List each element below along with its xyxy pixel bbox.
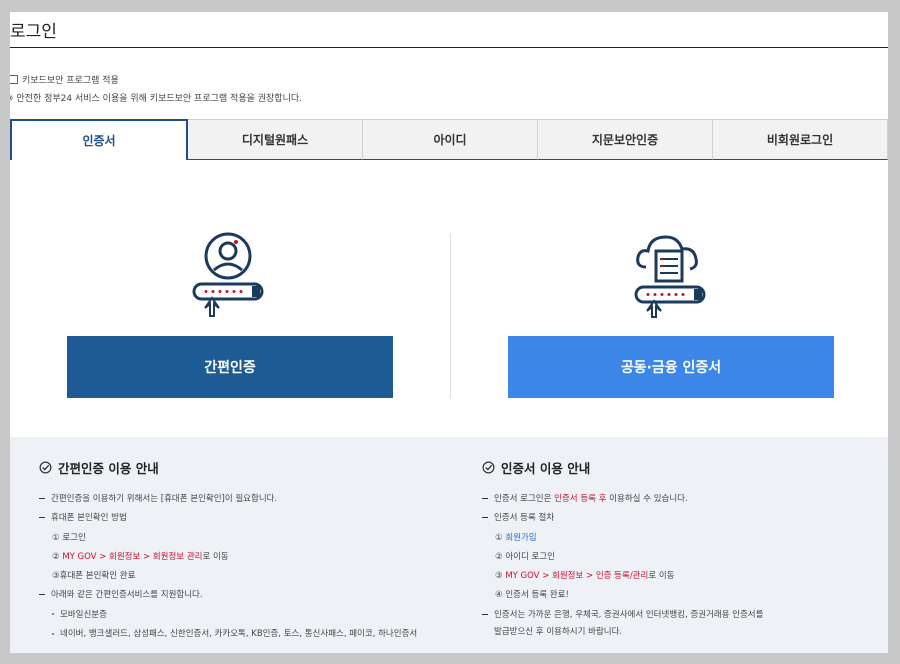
certificate-guide-title: 인증서 이용 안내	[501, 461, 591, 476]
guide-text: 인증서는 가까운 은행, 우체국, 증권사에서 인터넷뱅킹, 증권거래용 인증서…	[494, 609, 764, 620]
menu-path-text: MY GOV > 회원정보 > 인증 등록/관리	[505, 571, 649, 582]
login-window: 로그인 키보드보안 프로그램 적용 ※ 안전한 정부24 서비스 이용을 위해 …	[10, 12, 888, 653]
step-number: ①	[495, 532, 503, 543]
certificate-guide-heading: 인증서 이용 안내	[482, 458, 763, 477]
list-item: 휴대폰 본인확인 방법	[39, 509, 417, 528]
joint-financial-cert-button[interactable]: 공동·금융 인증서	[508, 336, 834, 398]
simple-auth-guide-title: 간편인증 이용 안내	[58, 461, 159, 476]
simple-auth-guide-heading: 간편인증 이용 안내	[39, 458, 417, 477]
guide-text: 인증서 로그인은	[494, 494, 555, 504]
list-item: 발급받으신 후 이용하시기 바랍니다.	[482, 623, 763, 642]
page-title: 로그인	[10, 12, 888, 48]
step-number: ④	[495, 590, 503, 601]
list-item: ① 회원가입	[482, 529, 763, 548]
certificate-panel: 간편인증 공동·금융 인증서	[10, 160, 888, 437]
login-tabs: 인증서 디지털원패스 아이디 지문보안인증 비회원로그인	[10, 119, 888, 160]
guide-text: 간편인증을 이용하기 위해서는 [휴대폰 본인확인]이 필요합니다.	[51, 494, 278, 504]
tab-id[interactable]: 아이디	[363, 119, 538, 160]
step-number: ②	[495, 551, 503, 562]
simple-auth-button[interactable]: 간편인증	[67, 336, 393, 398]
guide-text: 휴대폰 본인확인 완료	[59, 571, 136, 582]
list-item: ③ MY GOV > 회원정보 > 인증 등록/관리로 이동	[482, 567, 763, 586]
list-item: ③휴대폰 본인확인 완료	[39, 567, 417, 586]
step-number: ③	[495, 571, 503, 582]
list-item: ④ 인증서 등록 완료!	[482, 586, 763, 605]
guide-text: 로그인	[62, 532, 86, 543]
guide-text: 인증서 등록 완료!	[505, 590, 569, 601]
list-item: 네이버, 뱅크샐러드, 삼성패스, 신한인증서, 카카오톡, KB인증, 토스,…	[39, 625, 417, 644]
menu-path-text: MY GOV > 회원정보 > 회원정보 관리	[62, 551, 203, 562]
guide-text: 인증서 등록 절차	[494, 513, 555, 524]
list-item: 간편인증을 이용하기 위해서는 [휴대폰 본인확인]이 필요합니다.	[39, 490, 417, 509]
list-item: ② MY GOV > 회원정보 > 회원정보 관리로 이동	[39, 548, 417, 567]
guide-text: 로 이동	[648, 571, 675, 582]
list-item: ① 로그인	[39, 529, 417, 548]
list-item: 인증서 등록 절차	[482, 509, 763, 528]
guide-text: 아래와 같은 간편인증서비스를 지원합니다.	[51, 590, 203, 601]
guide-text: 아이디 로그인	[505, 551, 555, 562]
step-number: ②	[52, 551, 60, 562]
guide-text: 모바일신분증	[60, 609, 107, 620]
step-number: ③	[52, 571, 60, 582]
tab-certificate[interactable]: 인증서	[10, 119, 188, 160]
signup-link[interactable]: 회원가입	[505, 533, 536, 543]
check-circle-icon	[482, 461, 495, 474]
list-item: 모바일신분증	[39, 606, 417, 625]
tab-fingerprint[interactable]: 지문보안인증	[538, 119, 713, 160]
step-number: ①	[52, 532, 60, 543]
cloud-certificate-icon	[634, 235, 706, 318]
keyboard-security-option[interactable]: 키보드보안 프로그램 적용	[10, 73, 119, 86]
guide-text: 네이버, 뱅크샐러드, 삼성패스, 신한인증서, 카카오톡, KB인증, 토스,…	[60, 629, 418, 640]
guide-text: 발급받으신 후 이용하시기 바랍니다.	[494, 627, 623, 638]
person-login-icon	[192, 232, 264, 317]
simple-auth-guide: 간편인증 이용 안내 간편인증을 이용하기 위해서는 [휴대폰 본인확인]이 필…	[39, 437, 417, 644]
keyboard-security-checkbox[interactable]	[10, 75, 18, 84]
tab-guest-login[interactable]: 비회원로그인	[713, 119, 888, 160]
list-item: 아래와 같은 간편인증서비스를 지원합니다.	[39, 586, 417, 605]
list-item: 인증서 로그인은 인증서 등록 후 이용하실 수 있습니다.	[482, 490, 763, 509]
security-notice: ※ 안전한 정부24 서비스 이용을 위해 키보드보안 프로그램 적용을 권장합…	[10, 94, 303, 104]
highlight-text: 인증서 등록 후	[554, 494, 607, 504]
tab-digital-onepass[interactable]: 디지털원패스	[188, 119, 363, 160]
certificate-guide: 인증서 이용 안내 인증서 로그인은 인증서 등록 후 이용하실 수 있습니다.…	[482, 437, 763, 642]
keyboard-security-label: 키보드보안 프로그램 적용	[22, 76, 119, 86]
check-circle-icon	[39, 461, 52, 474]
guide-text: 이용하실 수 있습니다.	[606, 494, 688, 504]
panel-divider	[450, 233, 451, 399]
guide-text: 로 이동	[202, 551, 229, 562]
usage-guide: 간편인증 이용 안내 간편인증을 이용하기 위해서는 [휴대폰 본인확인]이 필…	[10, 437, 888, 653]
list-item: ② 아이디 로그인	[482, 548, 763, 567]
guide-text: 휴대폰 본인확인 방법	[51, 513, 127, 524]
